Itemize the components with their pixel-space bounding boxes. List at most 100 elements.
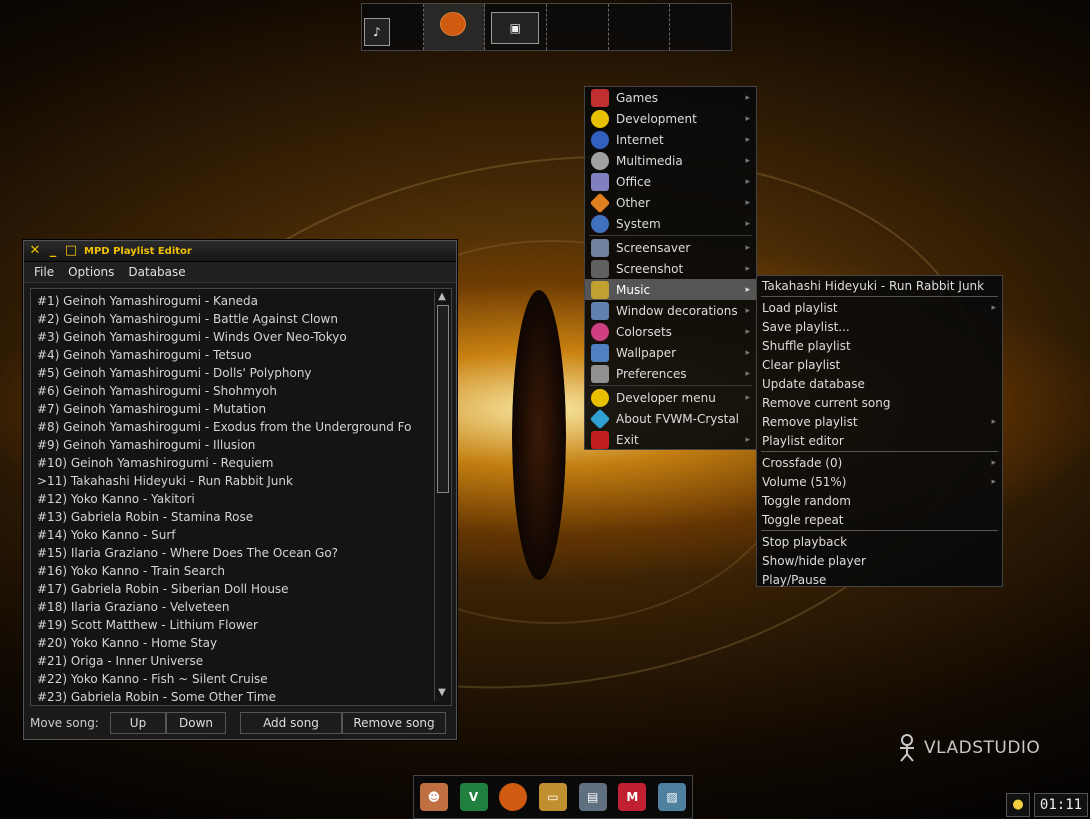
playlist-editor-item[interactable]: Playlist editor xyxy=(757,431,1002,450)
playlist-row[interactable]: #2) Geinoh Yamashirogumi - Battle Agains… xyxy=(37,310,429,328)
menu-item-other[interactable]: Other ▸ xyxy=(585,192,756,213)
close-icon[interactable]: ✕ xyxy=(28,244,42,258)
menu-item-about[interactable]: About FVWM-Crystal xyxy=(585,408,756,429)
playlist-row[interactable]: #9) Geinoh Yamashirogumi - Illusion xyxy=(37,436,429,454)
remove-playlist-item[interactable]: Remove playlist ▸ xyxy=(757,412,1002,431)
scroll-up-icon[interactable]: ▲ xyxy=(435,291,449,305)
system-tray: ● 01:11 xyxy=(1006,792,1088,817)
remove-current-song-item[interactable]: Remove current song xyxy=(757,393,1002,412)
playlist-editor-window: ✕ _ □ MPD Playlist Editor File Options D… xyxy=(23,240,457,740)
pager-desk-2[interactable] xyxy=(423,4,486,50)
menu-separator xyxy=(589,385,752,386)
menu-item-office[interactable]: Office ▸ xyxy=(585,171,756,192)
playlist-row[interactable]: #22) Yoko Kanno - Fish ~ Silent Cruise xyxy=(37,670,429,688)
playlist-row[interactable]: #1) Geinoh Yamashirogumi - Kaneda xyxy=(37,292,429,310)
shuffle-playlist-item[interactable]: Shuffle playlist xyxy=(757,336,1002,355)
menu-item-screenshot[interactable]: Screenshot ▸ xyxy=(585,258,756,279)
imdb-launcher-icon[interactable]: M xyxy=(618,783,647,811)
pager-desk-1[interactable]: ♪ xyxy=(362,4,424,50)
playlist-row[interactable]: #17) Gabriela Robin - Siberian Doll Hous… xyxy=(37,580,429,598)
firefox-launcher-icon[interactable] xyxy=(499,783,528,811)
playlist-row[interactable]: #5) Geinoh Yamashirogumi - Dolls' Polyph… xyxy=(37,364,429,382)
menu-item-developer-menu[interactable]: Developer menu ▸ xyxy=(585,387,756,408)
now-playing-item[interactable]: Takahashi Hideyuki - Run Rabbit Junk xyxy=(757,276,1002,295)
office-icon xyxy=(591,172,609,191)
stop-playback-item[interactable]: Stop playback xyxy=(757,532,1002,551)
menu-item-colorsets[interactable]: Colorsets ▸ xyxy=(585,321,756,342)
window-title: MPD Playlist Editor xyxy=(84,245,192,257)
playlist-row[interactable]: #23) Gabriela Robin - Some Other Time xyxy=(37,688,429,705)
update-database-item[interactable]: Update database xyxy=(757,374,1002,393)
pager-desk-5[interactable] xyxy=(609,4,671,50)
pager-terminal-window-icon: ▣ xyxy=(491,12,540,44)
playlist-list[interactable]: #1) Geinoh Yamashirogumi - Kaneda #2) Ge… xyxy=(30,288,452,706)
playlist-row[interactable]: #14) Yoko Kanno - Surf xyxy=(37,526,429,544)
menu-item-multimedia[interactable]: Multimedia ▸ xyxy=(585,150,756,171)
down-button[interactable]: Down xyxy=(166,712,226,734)
vim-launcher-icon[interactable]: V xyxy=(459,783,488,811)
menu-options[interactable]: Options xyxy=(68,265,114,279)
playlist-row[interactable]: #21) Origa - Inner Universe xyxy=(37,652,429,670)
maximize-icon[interactable]: □ xyxy=(64,244,78,258)
menu-item-preferences[interactable]: Preferences ▸ xyxy=(585,363,756,384)
image-viewer-launcher-icon[interactable]: ▨ xyxy=(658,783,687,811)
add-song-button[interactable]: Add song xyxy=(240,712,342,734)
menu-item-exit[interactable]: Exit ▸ xyxy=(585,429,756,450)
menu-database[interactable]: Database xyxy=(128,265,185,279)
terminal-launcher-icon[interactable]: ▭ xyxy=(538,783,567,811)
crossfade-item[interactable]: Crossfade (0) ▸ xyxy=(757,453,1002,472)
playlist-row[interactable]: #20) Yoko Kanno - Home Stay xyxy=(37,634,429,652)
pager-desk-4[interactable] xyxy=(547,4,609,50)
pager-desk-6[interactable] xyxy=(670,4,731,50)
playlist-row[interactable]: #19) Scott Matthew - Lithium Flower xyxy=(37,616,429,634)
save-playlist-item[interactable]: Save playlist... xyxy=(757,317,1002,336)
playlist-row[interactable]: #15) Ilaria Graziano - Where Does The Oc… xyxy=(37,544,429,562)
window-titlebar[interactable]: ✕ _ □ MPD Playlist Editor xyxy=(24,241,456,262)
menu-item-music[interactable]: Music ▸ xyxy=(585,279,756,300)
lightbulb-icon[interactable]: ● xyxy=(1006,792,1030,817)
playlist-row[interactable]: #3) Geinoh Yamashirogumi - Winds Over Ne… xyxy=(37,328,429,346)
up-button[interactable]: Up xyxy=(110,712,166,734)
screensaver-icon xyxy=(591,238,609,257)
menu-item-window-decorations[interactable]: Window decorations ▸ xyxy=(585,300,756,321)
playlist-row[interactable]: #12) Yoko Kanno - Yakitori xyxy=(37,490,429,508)
playlist-row-current[interactable]: >11) Takahashi Hideyuki - Run Rabbit Jun… xyxy=(37,472,429,490)
playlist-row[interactable]: #6) Geinoh Yamashirogumi - Shohmyoh xyxy=(37,382,429,400)
wallpaper-eye-pupil xyxy=(512,290,566,580)
volume-item[interactable]: Volume (51%) ▸ xyxy=(757,472,1002,491)
menu-item-screensaver[interactable]: Screensaver ▸ xyxy=(585,237,756,258)
playlist-row[interactable]: #4) Geinoh Yamashirogumi - Tetsuo xyxy=(37,346,429,364)
play-pause-item[interactable]: Play/Pause xyxy=(757,570,1002,589)
toggle-random-item[interactable]: Toggle random xyxy=(757,491,1002,510)
playlist-row[interactable]: #13) Gabriela Robin - Stamina Rose xyxy=(37,508,429,526)
developer-menu-icon xyxy=(591,388,609,407)
show-hide-player-item[interactable]: Show/hide player xyxy=(757,551,1002,570)
pager-music-window-icon: ♪ xyxy=(364,18,390,46)
playlist-row[interactable]: #7) Geinoh Yamashirogumi - Mutation xyxy=(37,400,429,418)
menu-file[interactable]: File xyxy=(34,265,54,279)
toggle-repeat-item[interactable]: Toggle repeat xyxy=(757,510,1002,529)
playlist-row[interactable]: #16) Yoko Kanno - Train Search xyxy=(37,562,429,580)
playlist-row[interactable]: #10) Geinoh Yamashirogumi - Requiem xyxy=(37,454,429,472)
menu-item-system[interactable]: System ▸ xyxy=(585,213,756,234)
menu-item-games[interactable]: Games ▸ xyxy=(585,87,756,108)
scroll-down-icon[interactable]: ▼ xyxy=(435,687,449,701)
playlist-scrollbar[interactable]: ▲ ▼ xyxy=(434,291,449,701)
menu-separator xyxy=(761,530,998,531)
window-menubar: File Options Database xyxy=(24,262,456,283)
playlist-row[interactable]: #18) Ilaria Graziano - Velveteen xyxy=(37,598,429,616)
clear-playlist-item[interactable]: Clear playlist xyxy=(757,355,1002,374)
other-icon xyxy=(589,192,611,213)
menu-item-development[interactable]: Development ▸ xyxy=(585,108,756,129)
load-playlist-item[interactable]: Load playlist ▸ xyxy=(757,298,1002,317)
remove-song-button[interactable]: Remove song xyxy=(342,712,446,734)
menu-item-internet[interactable]: Internet ▸ xyxy=(585,129,756,150)
gimp-launcher-icon[interactable]: ☻ xyxy=(419,783,448,811)
playlist-row[interactable]: #8) Geinoh Yamashirogumi - Exodus from t… xyxy=(37,418,429,436)
scroll-thumb[interactable] xyxy=(437,305,449,493)
pager-desk-3[interactable]: ▣ xyxy=(485,4,548,50)
menu-item-wallpaper[interactable]: Wallpaper ▸ xyxy=(585,342,756,363)
file-manager-launcher-icon[interactable]: ▤ xyxy=(578,783,607,811)
minimize-icon[interactable]: _ xyxy=(46,244,60,258)
clock[interactable]: 01:11 xyxy=(1034,792,1088,817)
